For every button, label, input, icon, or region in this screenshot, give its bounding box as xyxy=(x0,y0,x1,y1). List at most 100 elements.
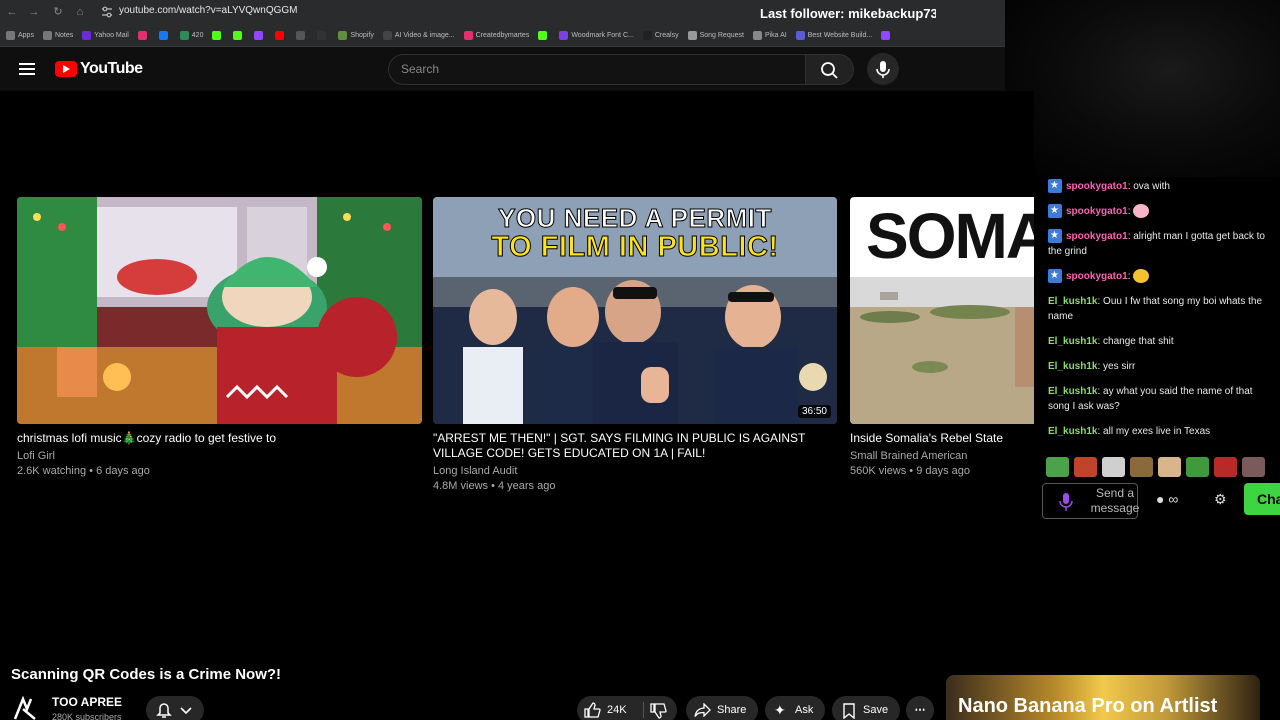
video-channel[interactable]: Long Island Audit xyxy=(433,465,517,477)
video-thumbnail[interactable] xyxy=(17,197,422,424)
bookmark-item[interactable]: AI Video & image... xyxy=(382,30,455,40)
bookmark-item[interactable] xyxy=(137,30,150,40)
bookmark-item[interactable] xyxy=(275,30,287,40)
search-button[interactable] xyxy=(806,54,854,85)
channel-points-icon[interactable]: ● ∞ xyxy=(1156,491,1204,507)
forward-icon[interactable]: → xyxy=(26,4,42,20)
bookmark-favicon-icon xyxy=(296,30,306,40)
ask-button[interactable]: ✦ Ask xyxy=(765,696,825,720)
thumbs-up-icon[interactable] xyxy=(583,702,601,718)
microphone-icon[interactable] xyxy=(1059,492,1073,512)
emote-icon[interactable] xyxy=(1158,457,1181,477)
share-icon xyxy=(694,703,711,717)
video-thumbnail[interactable]: SOMA xyxy=(850,197,1034,424)
screen: ← → ↻ ⌂ youtube.com/watch?v=aLYVQwnQGGM … xyxy=(0,0,1280,720)
back-icon[interactable]: ← xyxy=(4,4,20,20)
video-thumbnail[interactable]: YOU NEED A PERMIT TO FILM IN PUBLIC! 36:… xyxy=(433,197,837,424)
chat-username[interactable]: El_kush1k xyxy=(1048,296,1097,307)
sponsored-ad-banner[interactable]: Nano Banana Pro on Artlist xyxy=(946,675,1260,720)
bookmark-item[interactable]: Woodmark Font C... xyxy=(559,30,634,40)
gear-icon[interactable]: ⚙ xyxy=(1214,491,1230,507)
bookmark-item[interactable] xyxy=(212,30,224,40)
bookmark-item[interactable]: Createdbymartes xyxy=(463,30,529,40)
bookmark-item[interactable] xyxy=(296,30,308,40)
youtube-logo-icon[interactable] xyxy=(55,61,77,77)
emote-icon[interactable] xyxy=(1242,457,1265,477)
chat-username[interactable]: El_kush1k xyxy=(1048,386,1097,397)
video-title[interactable]: christmas lofi music🎄cozy radio to get f… xyxy=(17,431,422,446)
video-meta: 4.8M views • 4 years ago xyxy=(433,480,556,492)
video-channel[interactable]: Small Brained American xyxy=(850,450,967,462)
video-title[interactable]: Inside Somalia's Rebel State xyxy=(850,431,1034,446)
bookmark-item[interactable] xyxy=(538,30,550,40)
video-meta: 2.6K watching • 6 days ago xyxy=(17,465,150,477)
chevron-down-icon xyxy=(180,707,192,715)
bookmark-item[interactable] xyxy=(158,30,171,40)
youtube-header: YouTube Search xyxy=(0,47,1005,91)
chat-username[interactable]: El_kush1k xyxy=(1048,361,1097,372)
bookmark-item[interactable]: Apps xyxy=(6,30,34,40)
chat-send-button[interactable]: Chat xyxy=(1244,483,1280,515)
bookmark-favicon-icon xyxy=(275,30,285,40)
emote-icon xyxy=(1133,269,1150,284)
bookmark-item[interactable]: Pika AI xyxy=(752,30,787,40)
chat-input-placeholder: Send a message xyxy=(1090,486,1140,515)
bookmark-favicon-icon xyxy=(538,30,548,40)
bookmark-item[interactable] xyxy=(317,30,329,40)
bookmark-item[interactable]: Yahoo Mail xyxy=(82,30,129,40)
search-input[interactable]: Search xyxy=(388,54,806,85)
bookmark-label: AI Video & image... xyxy=(394,31,455,39)
bookmark-icon xyxy=(843,703,855,719)
like-count[interactable]: 24K xyxy=(607,696,627,720)
bookmark-item[interactable]: Notes xyxy=(42,30,73,40)
chat-username[interactable]: spookygato1 xyxy=(1066,231,1128,242)
site-settings-icon[interactable] xyxy=(100,5,114,19)
share-button[interactable]: Share xyxy=(686,696,758,720)
bookmark-item[interactable] xyxy=(233,30,245,40)
ask-label: Ask xyxy=(795,704,814,716)
bookmark-favicon-icon xyxy=(6,30,15,40)
emote-icon[interactable] xyxy=(1102,457,1125,477)
emote-icon[interactable] xyxy=(1046,457,1069,477)
end-screen: christmas lofi music🎄cozy radio to get f… xyxy=(0,91,1034,656)
emote-icon[interactable] xyxy=(1214,457,1237,477)
menu-icon[interactable] xyxy=(19,63,35,75)
voice-search-button[interactable] xyxy=(867,53,899,85)
stream-overlay-last-follower: Last follower: mikebackup738 xyxy=(760,6,936,21)
emote-icon[interactable] xyxy=(1130,457,1153,477)
channel-avatar[interactable] xyxy=(11,693,41,720)
chat-username[interactable]: El_kush1k xyxy=(1048,426,1097,437)
chat-message: spookygato1: xyxy=(1048,268,1274,284)
bookmark-item[interactable] xyxy=(254,30,266,40)
emote-icon[interactable] xyxy=(1186,457,1209,477)
save-label: Save xyxy=(863,704,889,716)
bookmark-item[interactable]: 420 xyxy=(179,30,203,40)
chat-username[interactable]: spookygato1 xyxy=(1066,181,1128,192)
bookmark-item[interactable]: Crealsy xyxy=(642,30,679,40)
video-title[interactable]: "ARREST ME THEN!" | SGT. SAYS FILMING IN… xyxy=(433,431,837,461)
reload-icon[interactable]: ↻ xyxy=(50,4,66,20)
bookmark-item[interactable]: Song Request xyxy=(687,30,744,40)
bookmark-item[interactable]: Shopify xyxy=(338,30,374,40)
youtube-logo-text[interactable]: YouTube xyxy=(80,60,143,78)
bookmark-favicon-icon xyxy=(752,30,762,40)
chat-username[interactable]: El_kush1k xyxy=(1048,336,1097,347)
thumbnail-text-line-1: YOU NEED A PERMIT xyxy=(498,203,772,234)
video-channel[interactable]: Lofi Girl xyxy=(17,450,55,462)
chat-username[interactable]: spookygato1 xyxy=(1066,271,1128,282)
emote-icon[interactable] xyxy=(1074,457,1097,477)
bookmark-item[interactable] xyxy=(881,30,893,40)
more-actions-button[interactable]: ⋯ xyxy=(906,696,934,720)
thumbs-down-icon[interactable] xyxy=(649,703,667,719)
notification-bell-button[interactable] xyxy=(146,696,204,720)
bookmark-item[interactable]: Best Website Build... xyxy=(795,30,872,40)
chat-message: El_kush1k: yes sirr xyxy=(1048,359,1274,374)
chat-message-input[interactable]: Send a message xyxy=(1042,483,1140,519)
address-bar[interactable]: youtube.com/watch?v=aLYVQwnQGGM xyxy=(119,5,298,16)
chat-username[interactable]: spookygato1 xyxy=(1066,206,1128,217)
channel-name[interactable]: TOO APREE xyxy=(52,695,122,709)
save-button[interactable]: Save xyxy=(832,696,900,720)
home-icon[interactable]: ⌂ xyxy=(72,4,88,20)
ad-text: Nano Banana Pro on Artlist xyxy=(958,695,1218,717)
search-icon xyxy=(821,62,838,79)
